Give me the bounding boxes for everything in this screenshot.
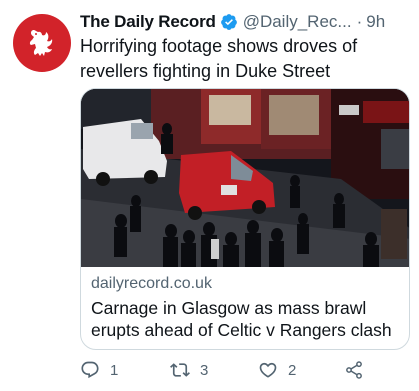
avatar[interactable] bbox=[13, 14, 71, 72]
verified-badge-icon bbox=[220, 14, 237, 30]
like-button[interactable]: 2 bbox=[258, 360, 296, 380]
retweet-count: 3 bbox=[200, 361, 209, 379]
reply-icon bbox=[81, 361, 99, 379]
share-button[interactable] bbox=[344, 360, 364, 380]
retweet-button[interactable]: 3 bbox=[170, 360, 208, 380]
tweet-text: Horrifying footage shows droves of revel… bbox=[80, 36, 358, 81]
heart-icon bbox=[259, 362, 277, 378]
separator-dot: · bbox=[356, 12, 363, 31]
tweet-header: The Daily Record @Daily_Rec... · 9h bbox=[80, 10, 413, 34]
link-card[interactable]: dailyrecord.co.uk Carnage in Glasgow as … bbox=[80, 88, 410, 350]
card-image[interactable] bbox=[81, 89, 409, 267]
share-icon bbox=[346, 361, 362, 379]
timestamp[interactable]: 9h bbox=[366, 12, 385, 32]
card-title: Carnage in Glasgow as mass brawl erupts … bbox=[91, 298, 392, 340]
street-scene-image bbox=[81, 89, 409, 267]
lion-rampant-icon bbox=[29, 29, 53, 56]
reply-count: 1 bbox=[110, 361, 119, 379]
retweet-icon bbox=[170, 363, 190, 377]
like-count: 2 bbox=[288, 361, 297, 379]
display-name[interactable]: The Daily Record bbox=[80, 12, 216, 32]
card-domain: dailyrecord.co.uk bbox=[91, 275, 212, 292]
tweet-actions: 1 3 2 bbox=[80, 360, 400, 386]
reply-button[interactable]: 1 bbox=[80, 360, 118, 380]
handle[interactable]: @Daily_Rec... bbox=[243, 12, 352, 32]
